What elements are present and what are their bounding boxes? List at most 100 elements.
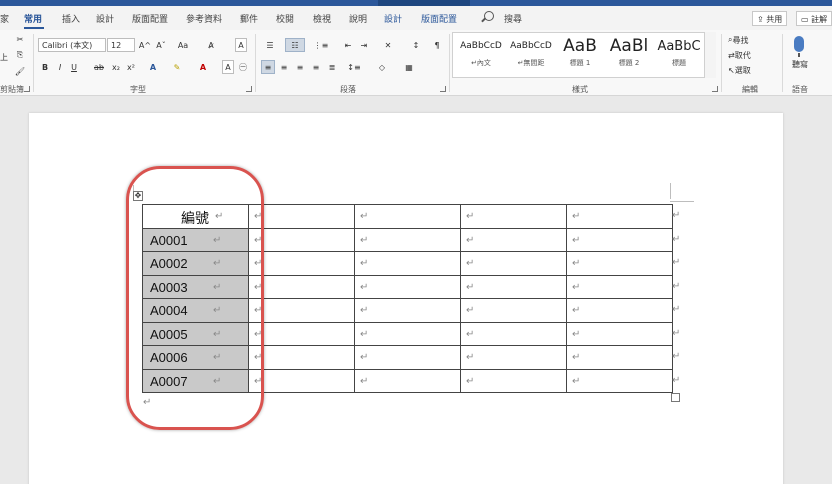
share-button[interactable]: ⇪ 共用 xyxy=(752,11,788,26)
table-cell[interactable]: ↵ xyxy=(354,274,461,299)
align-right-icon[interactable]: ≡ xyxy=(293,60,307,74)
align-center-icon[interactable]: ≡ xyxy=(277,60,291,74)
cut-icon[interactable]: ✂ xyxy=(14,32,26,46)
microphone-icon[interactable] xyxy=(794,36,804,57)
shading-icon[interactable]: ◇ xyxy=(372,60,392,74)
styles-launcher-icon[interactable] xyxy=(712,86,718,92)
align-left-icon[interactable]: ≡ xyxy=(261,60,275,74)
tab-file[interactable]: 家 xyxy=(0,12,9,25)
bullets-icon[interactable]: ☰ xyxy=(261,38,279,52)
table-cell[interactable]: ↵ xyxy=(248,274,355,299)
change-case-button[interactable]: Aa xyxy=(174,38,192,52)
tab-insert[interactable]: 插入 xyxy=(62,12,80,25)
borders-icon[interactable]: ▦ xyxy=(398,60,420,74)
tab-design[interactable]: 設計 xyxy=(96,12,114,25)
table-cell[interactable]: ↵ xyxy=(566,321,673,346)
grow-font-button[interactable]: A^ xyxy=(138,38,152,52)
tab-table-layout[interactable]: 版面配置 xyxy=(421,12,457,25)
table-cell[interactable]: ↵ xyxy=(460,204,567,229)
style-heading-1[interactable]: AaB 標題 1 xyxy=(556,34,604,74)
italic-button[interactable]: I xyxy=(55,60,65,74)
highlight-color-icon[interactable]: ✎ xyxy=(170,60,184,74)
table-cell[interactable]: ↵ xyxy=(248,345,355,370)
sort-icon[interactable]: ↕ xyxy=(409,38,423,52)
table-cell[interactable]: ↵ xyxy=(354,345,461,370)
tab-home[interactable]: 常用 xyxy=(24,12,42,25)
table-cell[interactable]: ↵ xyxy=(248,298,355,323)
table-cell[interactable]: ↵ xyxy=(460,227,567,252)
table-cell[interactable]: ↵ xyxy=(248,321,355,346)
table-resize-handle[interactable] xyxy=(671,393,680,402)
enclose-char-icon[interactable]: ㊀ xyxy=(237,60,249,74)
dictate-button[interactable]: 聽寫 xyxy=(787,57,813,71)
paste-icon[interactable]: 上 xyxy=(0,50,8,64)
font-size-select[interactable]: 12 xyxy=(107,38,135,52)
char-border-icon[interactable]: A xyxy=(235,38,247,52)
copy-icon[interactable]: ⎘ xyxy=(14,48,26,62)
table-cell[interactable]: ↵ xyxy=(248,251,355,276)
styles-gallery-scroll[interactable] xyxy=(704,32,716,78)
distributed-icon[interactable]: ≣ xyxy=(325,60,339,74)
subscript-button[interactable]: x₂ xyxy=(110,60,122,74)
style-normal[interactable]: AaBbCcD ↵內文 xyxy=(456,34,506,74)
comments-button[interactable]: ▭ 註解 xyxy=(796,11,832,26)
style-heading-2[interactable]: AaBl 標題 2 xyxy=(604,34,654,74)
table-cell[interactable]: ↵ xyxy=(460,274,567,299)
table-cell[interactable]: ↵ xyxy=(460,368,567,393)
table-cell[interactable]: ↵ xyxy=(566,274,673,299)
table-cell[interactable]: ↵ xyxy=(354,298,461,323)
tab-review[interactable]: 校閱 xyxy=(276,12,294,25)
underline-button[interactable]: U xyxy=(69,60,79,74)
table-cell[interactable]: ↵ xyxy=(460,321,567,346)
table-cell[interactable]: ↵ xyxy=(566,368,673,393)
justify-icon[interactable]: ≡ xyxy=(309,60,323,74)
table-cell[interactable]: ↵ xyxy=(248,368,355,393)
table-cell[interactable]: ↵ xyxy=(460,298,567,323)
table-cell[interactable]: ↵ xyxy=(354,321,461,346)
style-title[interactable]: AaBbC 標題 xyxy=(655,34,703,74)
asian-layout-icon[interactable]: ✕ xyxy=(378,38,398,52)
bold-button[interactable]: B xyxy=(40,60,50,74)
tab-table-design[interactable]: 設計 xyxy=(384,12,402,25)
table-cell[interactable]: ↵ xyxy=(460,251,567,276)
format-painter-icon[interactable]: 🖌 xyxy=(14,64,26,78)
font-name-select[interactable]: Calibri (本文) xyxy=(38,38,106,52)
decrease-indent-icon[interactable]: ⇤ xyxy=(341,38,355,52)
numbering-icon[interactable]: ☷ xyxy=(285,38,305,52)
find-button[interactable]: ⌕ 尋找 xyxy=(728,33,772,47)
table-cell[interactable]: ↵ xyxy=(354,204,461,229)
show-marks-icon[interactable]: ¶ xyxy=(430,38,444,52)
clipboard-launcher-icon[interactable] xyxy=(24,86,30,92)
tab-mailings[interactable]: 郵件 xyxy=(240,12,258,25)
tab-view[interactable]: 檢視 xyxy=(313,12,331,25)
table-cell[interactable]: ↵ xyxy=(566,227,673,252)
clear-format-icon[interactable]: A̷ xyxy=(204,38,218,52)
table-cell[interactable]: ↵ xyxy=(248,227,355,252)
strikethrough-button[interactable]: ab xyxy=(93,60,105,74)
table-cell[interactable]: ↵ xyxy=(354,227,461,252)
tab-references[interactable]: 參考資料 xyxy=(186,12,222,25)
font-launcher-icon[interactable] xyxy=(246,86,252,92)
tab-help[interactable]: 說明 xyxy=(349,12,367,25)
text-effects-icon[interactable]: A xyxy=(146,60,160,74)
char-shading-icon[interactable]: A xyxy=(222,60,234,74)
font-color-icon[interactable]: A xyxy=(196,60,210,74)
table-cell[interactable]: ↵ xyxy=(460,345,567,370)
search-box[interactable]: 搜尋 xyxy=(504,12,522,25)
table-cell[interactable]: ↵ xyxy=(354,251,461,276)
select-button[interactable]: ↖ 選取 xyxy=(728,63,772,77)
increase-indent-icon[interactable]: ⇥ xyxy=(357,38,371,52)
table-cell[interactable]: ↵ xyxy=(566,204,673,229)
shrink-font-button[interactable]: Aˇ xyxy=(154,38,168,52)
style-no-spacing[interactable]: AaBbCcD ↵無間距 xyxy=(506,34,556,74)
line-spacing-icon[interactable]: ↕≡ xyxy=(344,60,364,74)
table-cell[interactable]: ↵ xyxy=(566,345,673,370)
table-cell[interactable]: ↵ xyxy=(248,204,355,229)
table-cell[interactable]: ↵ xyxy=(566,251,673,276)
table-cell[interactable]: ↵ xyxy=(566,298,673,323)
table-cell[interactable]: ↵ xyxy=(354,368,461,393)
replace-button[interactable]: ⇄ 取代 xyxy=(728,48,772,62)
paragraph-launcher-icon[interactable] xyxy=(440,86,446,92)
superscript-button[interactable]: x² xyxy=(125,60,137,74)
tab-layout[interactable]: 版面配置 xyxy=(132,12,168,25)
